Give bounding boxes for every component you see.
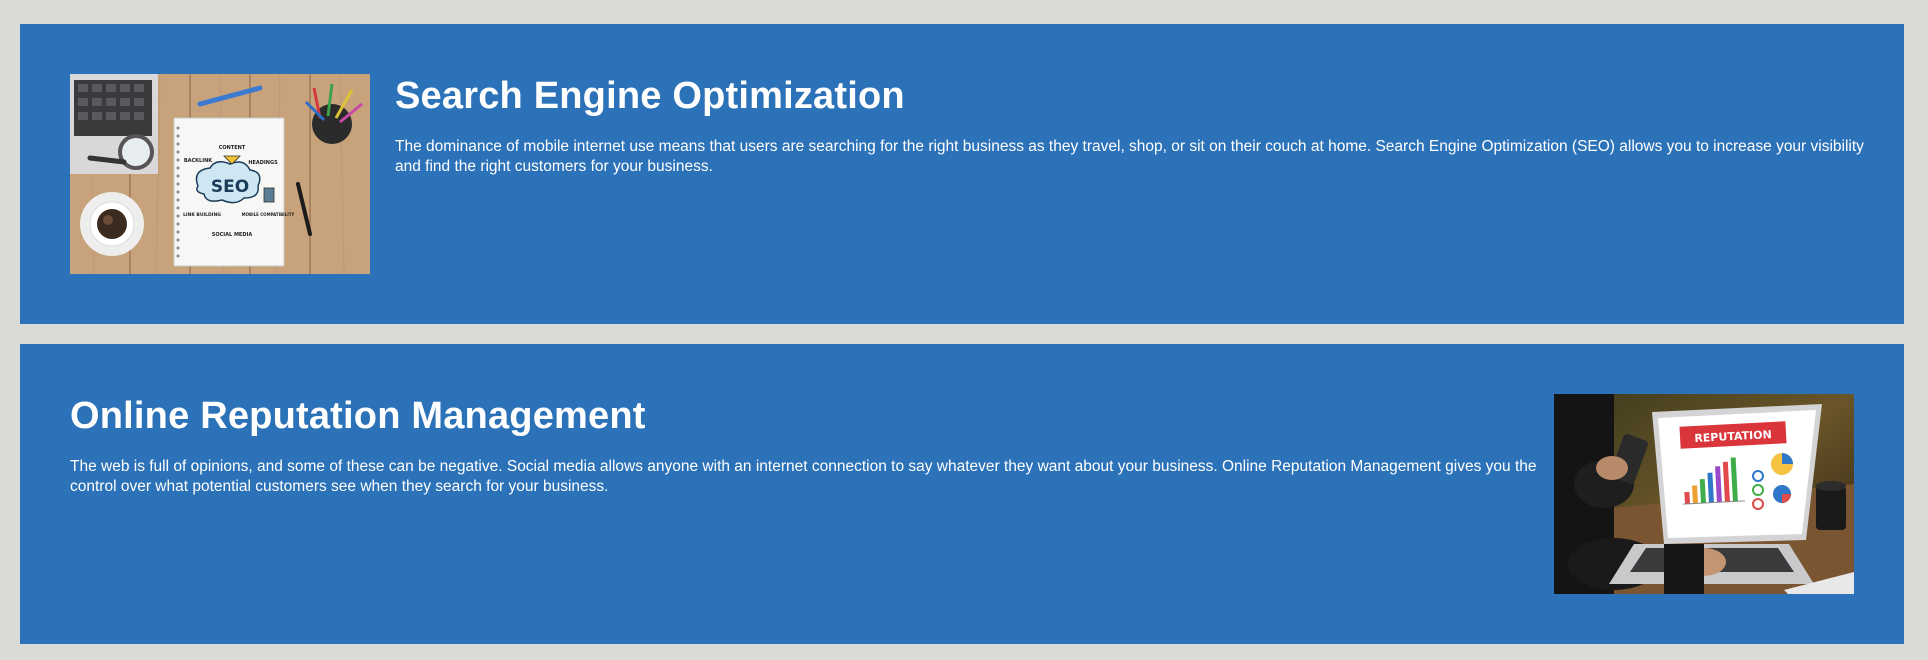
seo-notebook-word: BACKLINK <box>184 158 213 164</box>
seo-section: SEO CONTENT BACKLINK HEADINGS LINK BUILD… <box>20 24 1904 324</box>
reputation-description: The web is full of opinions, and some of… <box>70 458 1537 495</box>
seo-description: The dominance of mobile internet use mea… <box>395 138 1864 175</box>
seo-notebook-word: MOBILE COMPATIBILITY <box>242 212 295 217</box>
seo-title: Search Engine Optimization <box>395 75 905 117</box>
reputation-illustration: REPUTATION <box>1554 394 1854 594</box>
reputation-section: Online Reputation Management The web is … <box>20 344 1904 644</box>
seo-notebook-word: HEADINGS <box>248 160 278 166</box>
seo-illustration: SEO CONTENT BACKLINK HEADINGS LINK BUILD… <box>70 74 370 274</box>
seo-notebook-word: CONTENT <box>219 145 246 151</box>
reputation-image: REPUTATION <box>1554 394 1854 594</box>
seo-notebook-word: SOCIAL MEDIA <box>212 232 253 238</box>
reputation-title: Online Reputation Management <box>70 395 646 437</box>
seo-notebook-center-text: SEO <box>211 177 249 197</box>
seo-notebook-word: LINK BUILDING <box>183 212 221 218</box>
seo-image: SEO CONTENT BACKLINK HEADINGS LINK BUILD… <box>70 74 370 274</box>
